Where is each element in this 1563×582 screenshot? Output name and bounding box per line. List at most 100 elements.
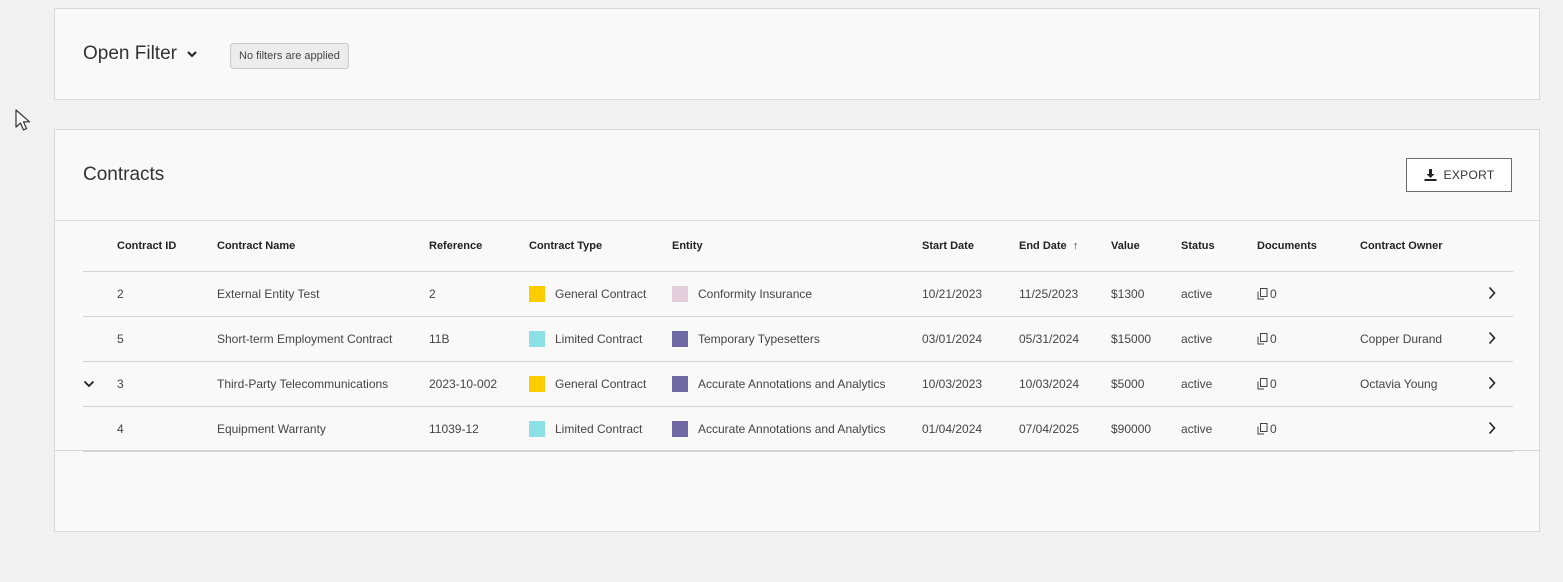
expand-column-header	[83, 221, 117, 272]
contract-type-label: Limited Contract	[555, 422, 643, 436]
open-filter-label: Open Filter	[83, 43, 177, 64]
row-action-cell[interactable]	[1488, 361, 1513, 407]
expand-cell	[83, 271, 117, 317]
documents-cell: 0	[1257, 406, 1360, 452]
entity-label: Conformity Insurance	[698, 287, 813, 301]
start-date-cell: 10/21/2023	[922, 271, 1019, 317]
entity-color-swatch	[672, 421, 688, 437]
column-header-contract-id[interactable]: Contract ID	[117, 221, 217, 272]
end-date-cell: 07/04/2025	[1019, 406, 1111, 452]
contract-id-cell: 5	[117, 316, 217, 362]
documents-count: 0	[1270, 332, 1277, 346]
status-cell: active	[1181, 316, 1257, 362]
contract-type-color-swatch	[529, 376, 545, 392]
column-header-start-date[interactable]: Start Date	[922, 221, 1019, 272]
status-cell: active	[1181, 271, 1257, 317]
reference-cell: 11B	[429, 316, 529, 362]
table-bottom-divider	[55, 450, 1539, 451]
contract-type-label: Limited Contract	[555, 332, 643, 346]
column-header-contract-type[interactable]: Contract Type	[529, 221, 672, 272]
table-row[interactable]: 3 Third-Party Telecommunications 2023-10…	[83, 361, 1513, 407]
documents-cell: 0	[1257, 271, 1360, 317]
reference-cell: 2023-10-002	[429, 361, 529, 407]
entity-cell: Accurate Annotations and Analytics	[672, 406, 922, 452]
end-date-cell: 11/25/2023	[1019, 271, 1111, 317]
status-cell: active	[1181, 406, 1257, 452]
contracts-title: Contracts	[83, 164, 165, 185]
entity-label: Accurate Annotations and Analytics	[698, 422, 886, 436]
value-cell: $5000	[1111, 361, 1181, 407]
expand-cell[interactable]	[83, 361, 117, 407]
contract-type-color-swatch	[529, 286, 545, 302]
entity-cell: Accurate Annotations and Analytics	[672, 361, 922, 407]
contract-owner-cell: Octavia Young	[1360, 361, 1488, 407]
documents-icon	[1257, 423, 1268, 435]
column-header-contract-name[interactable]: Contract Name	[217, 221, 429, 272]
reference-cell: 11039-12	[429, 406, 529, 452]
contract-type-color-swatch	[529, 331, 545, 347]
documents-icon	[1257, 288, 1268, 300]
chevron-down-icon	[83, 380, 95, 388]
contract-type-cell: General Contract	[529, 271, 672, 317]
row-action-column-header	[1488, 221, 1513, 272]
end-date-label: End Date	[1019, 240, 1067, 252]
open-filter-toggle[interactable]: Open Filter	[83, 43, 198, 65]
column-header-documents[interactable]: Documents	[1257, 221, 1360, 272]
entity-label: Accurate Annotations and Analytics	[698, 377, 886, 391]
status-cell: active	[1181, 361, 1257, 407]
expand-cell	[83, 406, 117, 452]
entity-color-swatch	[672, 376, 688, 392]
table-header-row: Contract ID Contract Name Reference Cont…	[83, 221, 1513, 272]
export-label: EXPORT	[1443, 168, 1495, 182]
contract-owner-cell: Copper Durand	[1360, 316, 1488, 362]
documents-icon	[1257, 378, 1268, 390]
chevron-right-icon	[1488, 421, 1496, 434]
end-date-cell: 05/31/2024	[1019, 316, 1111, 362]
export-button[interactable]: EXPORT	[1406, 158, 1512, 192]
value-cell: $90000	[1111, 406, 1181, 452]
chevron-right-icon	[1488, 331, 1496, 344]
column-header-reference[interactable]: Reference	[429, 221, 529, 272]
mouse-pointer-icon	[15, 109, 31, 131]
documents-count: 0	[1270, 377, 1277, 391]
contract-owner-cell	[1360, 271, 1488, 317]
row-action-cell[interactable]	[1488, 316, 1513, 362]
entity-cell: Conformity Insurance	[672, 271, 922, 317]
column-header-entity[interactable]: Entity	[672, 221, 922, 272]
documents-count: 0	[1270, 422, 1277, 436]
contracts-table: Contract ID Contract Name Reference Cont…	[83, 221, 1513, 452]
entity-label: Temporary Typesetters	[698, 332, 820, 346]
table-row[interactable]: 5 Short-term Employment Contract 11B Lim…	[83, 316, 1513, 362]
column-header-end-date[interactable]: End Date ↑	[1019, 221, 1111, 272]
start-date-cell: 03/01/2024	[922, 316, 1019, 362]
reference-cell: 2	[429, 271, 529, 317]
contract-id-cell: 3	[117, 361, 217, 407]
value-cell: $1300	[1111, 271, 1181, 317]
contract-name-cell: External Entity Test	[217, 271, 429, 317]
value-cell: $15000	[1111, 316, 1181, 362]
column-header-status[interactable]: Status	[1181, 221, 1257, 272]
contract-type-cell: Limited Contract	[529, 406, 672, 452]
column-header-contract-owner[interactable]: Contract Owner	[1360, 221, 1488, 272]
download-icon	[1424, 169, 1437, 181]
table-row[interactable]: 4 Equipment Warranty 11039-12 Limited Co…	[83, 406, 1513, 452]
start-date-cell: 10/03/2023	[922, 361, 1019, 407]
chevron-right-icon	[1488, 286, 1496, 299]
documents-cell: 0	[1257, 316, 1360, 362]
contract-type-label: General Contract	[555, 377, 647, 391]
contract-name-cell: Equipment Warranty	[217, 406, 429, 452]
contract-name-cell: Third-Party Telecommunications	[217, 361, 429, 407]
contract-id-cell: 2	[117, 271, 217, 317]
entity-color-swatch	[672, 331, 688, 347]
column-header-value[interactable]: Value	[1111, 221, 1181, 272]
row-action-cell[interactable]	[1488, 271, 1513, 317]
documents-cell: 0	[1257, 361, 1360, 407]
documents-count: 0	[1270, 287, 1277, 301]
row-action-cell[interactable]	[1488, 406, 1513, 452]
contract-type-label: General Contract	[555, 287, 647, 301]
entity-color-swatch	[672, 286, 688, 302]
filter-status-badge: No filters are applied	[230, 43, 349, 69]
chevron-down-icon	[187, 51, 197, 58]
contract-type-color-swatch	[529, 421, 545, 437]
table-row[interactable]: 2 External Entity Test 2 General Contrac…	[83, 271, 1513, 317]
